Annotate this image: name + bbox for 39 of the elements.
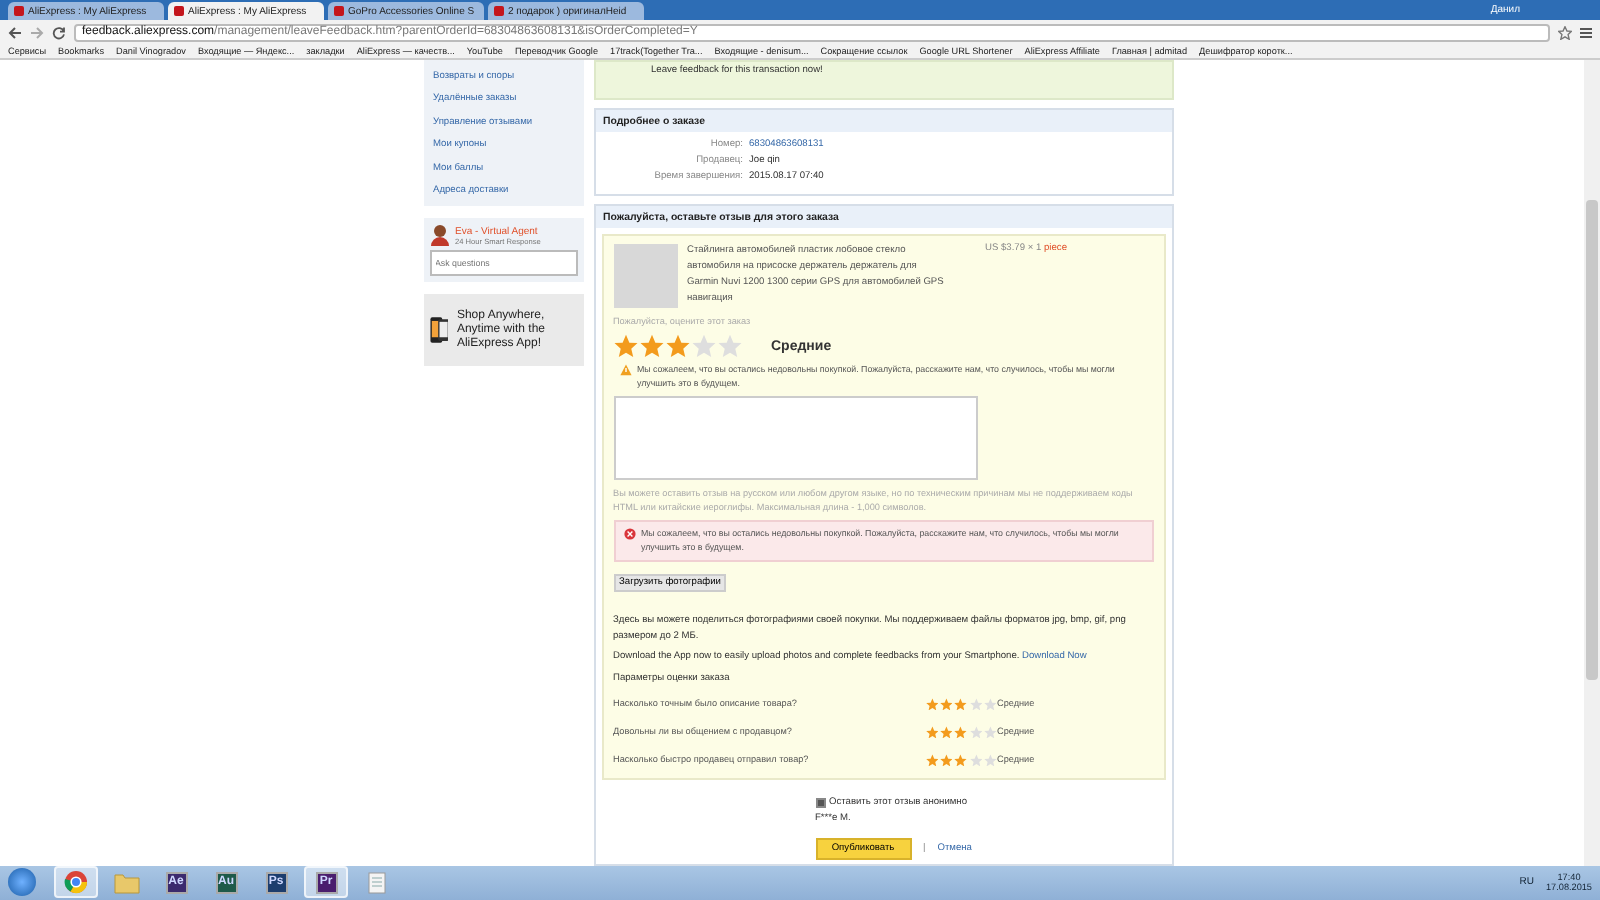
favicon-icon [334, 6, 344, 17]
agent-avatar-icon [429, 224, 449, 247]
filled-star-icon[interactable] [954, 753, 968, 767]
filled-star-icon[interactable] [939, 753, 953, 767]
checkbox[interactable] [815, 798, 825, 809]
empty-star-icon[interactable] [717, 334, 741, 359]
scrollbar-thumb[interactable] [1586, 200, 1598, 681]
document-icon [367, 871, 385, 894]
filled-star-icon[interactable] [925, 725, 938, 739]
taskbar-button[interactable] [54, 866, 98, 899]
start-button[interactable] [8, 868, 36, 897]
photo-placeholder [613, 244, 677, 309]
empty-star-icon[interactable] [691, 334, 715, 359]
star-rating[interactable] [925, 697, 997, 711]
forward-icon[interactable] [30, 25, 44, 40]
favicon-icon [174, 6, 184, 17]
filled-star-icon[interactable] [939, 697, 953, 711]
menu-icon[interactable] [1580, 25, 1592, 40]
back-icon[interactable] [8, 25, 22, 40]
feedback-field[interactable] [613, 396, 977, 481]
favicon-icon [14, 6, 24, 17]
filled-star-icon[interactable] [613, 334, 637, 359]
favicon-icon [494, 6, 504, 17]
warning-icon [619, 364, 631, 377]
browser-icon [64, 870, 88, 895]
star-icon[interactable] [1558, 25, 1572, 40]
filled-star-icon[interactable] [925, 753, 938, 767]
folder-icon [113, 871, 139, 894]
reload-icon[interactable] [52, 25, 66, 40]
error-icon [623, 528, 635, 541]
filled-star-icon[interactable] [954, 725, 968, 739]
star-rating[interactable] [925, 753, 997, 767]
filled-star-icon[interactable] [639, 334, 663, 359]
filled-star-icon[interactable] [939, 725, 953, 739]
filled-star-icon[interactable] [954, 697, 968, 711]
star-rating[interactable] [613, 334, 741, 359]
star-rating[interactable] [925, 725, 997, 739]
filled-star-icon[interactable] [925, 697, 938, 711]
filled-star-icon[interactable] [665, 334, 689, 359]
